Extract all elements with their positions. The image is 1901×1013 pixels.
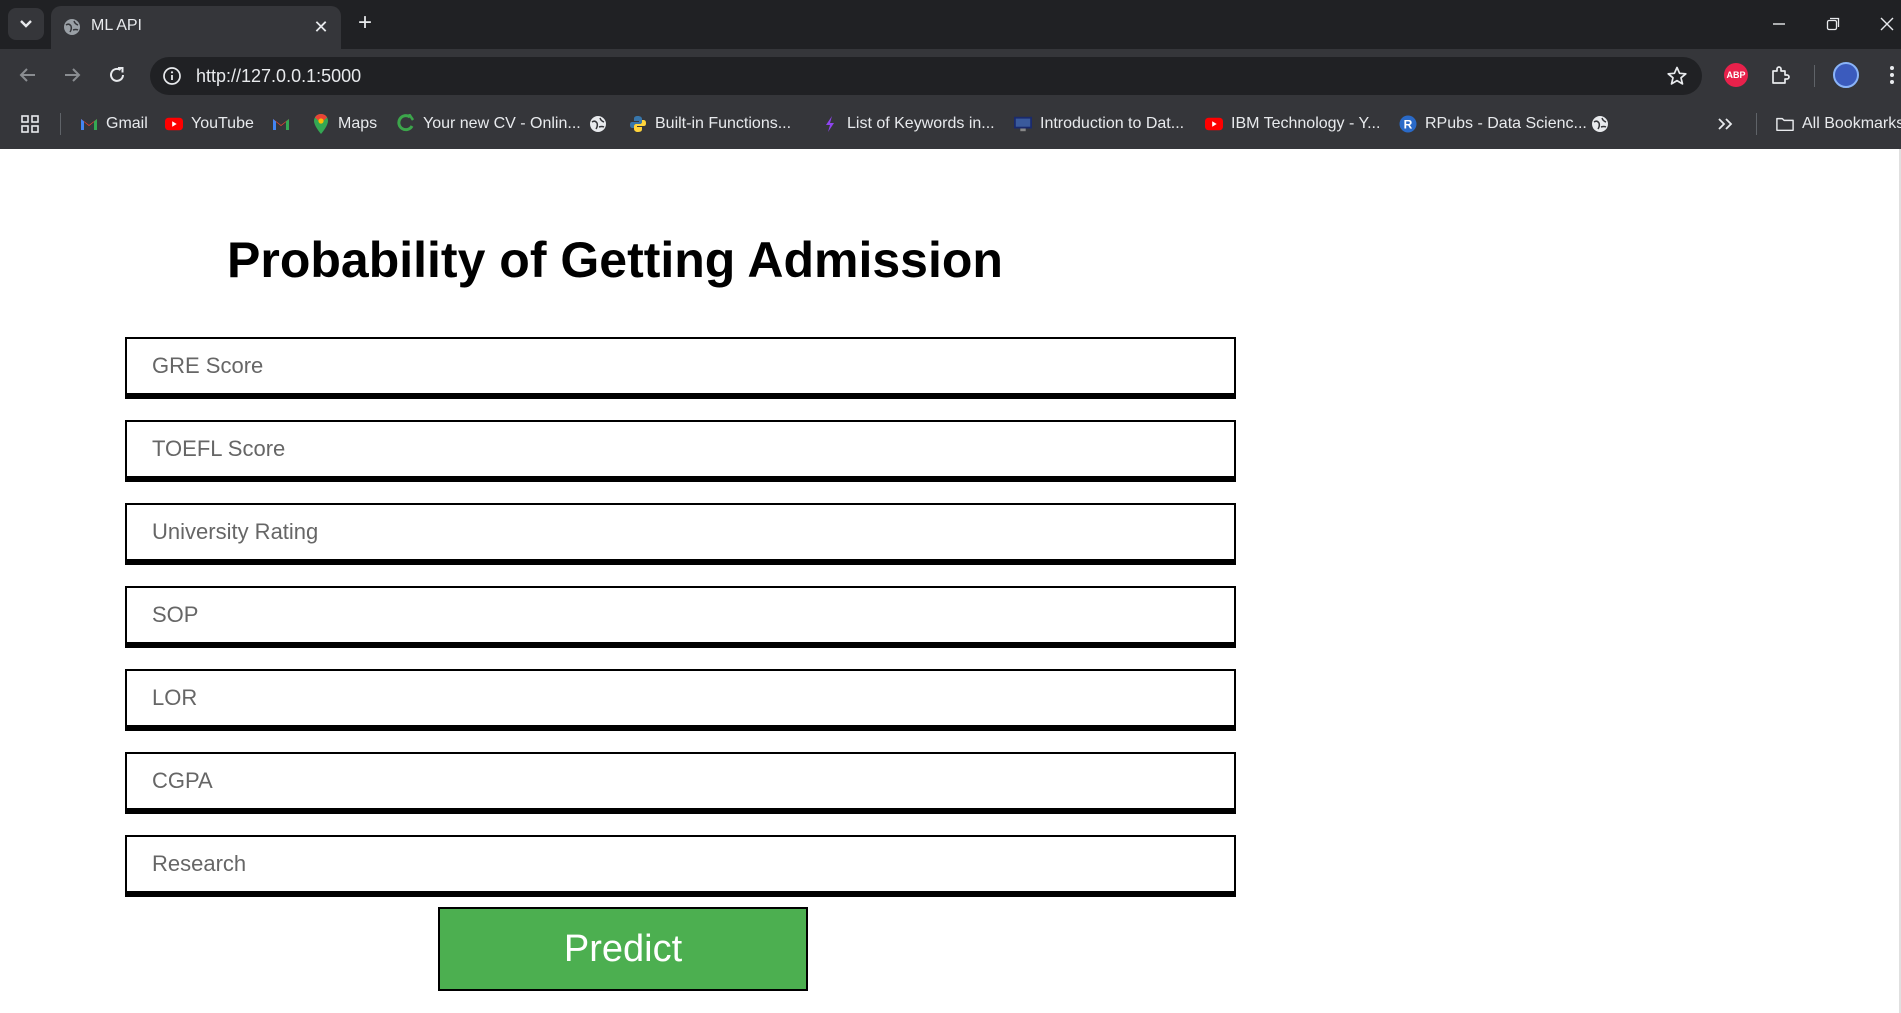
more-vert-icon <box>1890 66 1894 84</box>
bookmark-gmail[interactable]: Gmail <box>80 113 148 135</box>
url-text: http://127.0.0.1:5000 <box>196 66 362 86</box>
restore-icon[interactable] <box>1820 12 1846 36</box>
predict-button[interactable]: Predict <box>438 907 808 991</box>
tab-title: ML API <box>91 17 142 34</box>
bookmark-label: Built-in Functions... <box>655 115 792 132</box>
toefl-score-input[interactable] <box>125 420 1236 482</box>
lor-input[interactable] <box>125 669 1236 731</box>
back-button[interactable] <box>14 61 42 89</box>
keyword-icon <box>821 115 839 133</box>
bookmark-label: List of Keywords in... <box>847 115 995 132</box>
bookmark-rpubs[interactable]: R RPubs - Data Scienc... <box>1399 113 1587 135</box>
avatar <box>1833 62 1859 88</box>
bookmark-label: Gmail <box>106 115 148 132</box>
bookmark-maps[interactable]: Maps <box>312 113 377 135</box>
extensions-button[interactable] <box>1766 61 1794 89</box>
info-icon[interactable] <box>162 66 182 86</box>
bookmark-label: RPubs - Data Scienc... <box>1425 115 1587 132</box>
reload-icon <box>110 67 124 82</box>
bookmark-label: YouTube <box>191 115 254 132</box>
university-rating-input[interactable] <box>125 503 1236 565</box>
bookmark-label: Your new CV - Onlin... <box>423 115 581 132</box>
bookmarks-divider <box>60 113 61 135</box>
bookmark-globe-2[interactable] <box>1591 113 1617 135</box>
globe-icon <box>589 115 607 133</box>
bookmarks-bar: Gmail YouTube Maps Your new CV - Onlin..… <box>0 99 1901 149</box>
youtube-icon <box>165 115 183 133</box>
maps-icon <box>312 114 330 134</box>
minimize-icon[interactable] <box>1766 12 1792 36</box>
close-icon[interactable]: ✕ <box>311 17 331 37</box>
gmail-icon <box>272 115 290 133</box>
arrow-left-icon <box>19 68 35 82</box>
all-bookmarks-button[interactable]: All Bookmarks <box>1776 113 1901 135</box>
bookmark-python[interactable]: Built-in Functions... <box>629 113 791 135</box>
cgpa-input[interactable] <box>125 752 1236 814</box>
adblock-extension-button[interactable]: ABP <box>1722 61 1750 89</box>
apps-grid-icon <box>21 115 39 133</box>
sop-input[interactable] <box>125 586 1236 648</box>
bookmark-keywords[interactable]: List of Keywords in... <box>821 113 995 135</box>
menu-button[interactable] <box>1878 61 1901 89</box>
apps-button[interactable] <box>20 113 40 135</box>
gre-score-input[interactable] <box>125 337 1236 399</box>
python-icon <box>629 115 647 133</box>
rpubs-icon: R <box>1399 115 1417 133</box>
cv-icon <box>397 114 415 133</box>
profile-button[interactable] <box>1832 61 1860 89</box>
adblock-icon: ABP <box>1724 63 1748 87</box>
youtube-icon <box>1205 115 1223 133</box>
bookmarks-divider-2 <box>1756 113 1757 135</box>
globe-icon <box>64 19 80 35</box>
gmail-icon <box>80 115 98 133</box>
star-icon[interactable] <box>1666 65 1688 87</box>
plus-icon[interactable]: + <box>352 9 378 36</box>
globe-icon <box>1591 115 1609 133</box>
monitor-icon <box>1014 115 1032 133</box>
more-bookmarks-button[interactable] <box>1717 113 1733 135</box>
browser-toolbar: http://127.0.0.1:5000 ABP <box>0 49 1901 99</box>
close-window-icon[interactable] <box>1874 12 1900 36</box>
forward-button[interactable] <box>58 61 86 89</box>
address-bar[interactable]: http://127.0.0.1:5000 <box>150 57 1702 95</box>
page-content: Probability of Getting Admission Predict <box>0 149 1901 1013</box>
bookmark-gmail-2[interactable] <box>272 113 298 135</box>
reload-button[interactable] <box>103 61 131 89</box>
all-bookmarks-label: All Bookmarks <box>1802 115 1901 132</box>
svg-text:R: R <box>1404 118 1413 132</box>
arrow-right-icon <box>65 68 81 82</box>
puzzle-icon <box>1772 66 1790 84</box>
tab-ml-api[interactable]: ML API ✕ <box>51 6 341 49</box>
toolbar-divider <box>1814 65 1815 87</box>
bookmark-label: Maps <box>338 115 378 132</box>
tab-bar: ML API ✕ + <box>0 0 1901 49</box>
page-title: Probability of Getting Admission <box>227 232 1003 288</box>
bookmark-cv[interactable]: Your new CV - Onlin... <box>397 113 581 135</box>
bookmark-intro-data[interactable]: Introduction to Dat... <box>1014 113 1184 135</box>
tab-search-button[interactable] <box>8 8 44 40</box>
double-chevron-right-icon <box>1718 118 1733 130</box>
bookmark-globe[interactable] <box>589 113 615 135</box>
bookmark-label: IBM Technology - Y... <box>1231 115 1381 132</box>
bookmark-ibm[interactable]: IBM Technology - Y... <box>1205 113 1380 135</box>
research-input[interactable] <box>125 835 1236 897</box>
folder-icon <box>1776 115 1794 133</box>
bookmark-youtube[interactable]: YouTube <box>165 113 254 135</box>
chevron-down-icon <box>20 20 32 28</box>
bookmark-label: Introduction to Dat... <box>1040 115 1185 132</box>
